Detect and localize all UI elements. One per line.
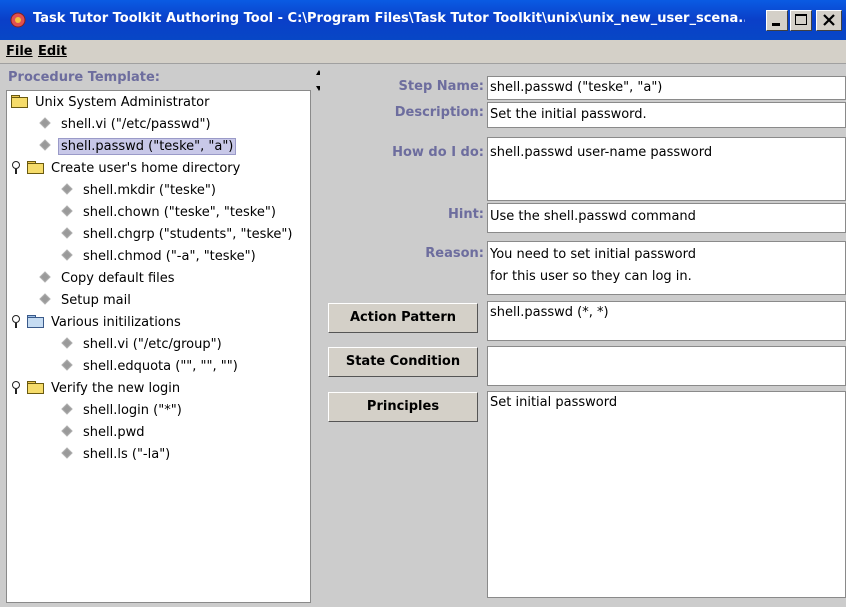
menu-bar: File Edit <box>0 40 846 64</box>
leaf-icon <box>61 425 73 437</box>
close-button[interactable] <box>816 10 842 31</box>
minimize-button[interactable] <box>766 10 788 31</box>
tree-node-label: shell.passwd ("teske", "a") <box>58 138 237 155</box>
folder-icon <box>11 95 28 108</box>
tree-node-label: Create user's home directory <box>51 161 241 176</box>
leaf-icon <box>61 205 73 217</box>
reason-label: Reason: <box>425 246 484 261</box>
leaf-icon <box>61 183 73 195</box>
description-label: Description: <box>394 105 484 120</box>
leaf-icon <box>39 139 51 151</box>
tree-node[interactable]: shell.ls ("-la") <box>61 445 173 465</box>
title-bar[interactable]: Task Tutor Toolkit Authoring Tool - C:\P… <box>0 0 846 40</box>
tree-node[interactable]: Unix System Administrator <box>11 93 212 113</box>
how-do-i-do-label: How do I do: <box>392 145 484 160</box>
state-condition-field[interactable] <box>487 346 846 386</box>
step-details-panel: Step Name: shell.passwd ("teske", "a") D… <box>320 66 846 605</box>
description-field[interactable]: Set the initial password. <box>487 102 846 128</box>
tree-node[interactable]: shell.login ("*") <box>61 401 185 421</box>
tree-node-label: Setup mail <box>61 293 131 308</box>
maximize-button[interactable] <box>790 10 812 31</box>
close-icon <box>823 14 835 26</box>
leaf-icon <box>39 271 51 283</box>
tree-node[interactable]: shell.vi ("/etc/group") <box>61 335 225 355</box>
step-name-label: Step Name: <box>398 79 484 94</box>
minimize-icon <box>772 23 780 26</box>
window-title: Task Tutor Toolkit Authoring Tool - C:\P… <box>33 11 745 26</box>
tree-node-label: Unix System Administrator <box>35 95 210 110</box>
app-icon[interactable] <box>9 11 27 29</box>
menu-edit[interactable]: Edit <box>38 44 67 59</box>
menu-file[interactable]: File <box>6 44 33 59</box>
folder-icon-blue <box>27 315 44 328</box>
tree-node-label: Copy default files <box>61 271 175 286</box>
tree-node-label: shell.vi ("/etc/group") <box>83 337 222 352</box>
step-name-field[interactable]: shell.passwd ("teske", "a") <box>487 76 846 100</box>
tree-node-label: shell.login ("*") <box>83 403 182 418</box>
hint-label: Hint: <box>447 207 484 222</box>
tree-node[interactable]: shell.mkdir ("teske") <box>61 181 219 201</box>
tree-node[interactable]: shell.chmod ("-a", "teske") <box>61 247 259 267</box>
tree-node[interactable]: shell.pwd <box>61 423 148 443</box>
leaf-icon <box>61 337 73 349</box>
tree-node-selected[interactable]: shell.passwd ("teske", "a") <box>39 137 237 157</box>
tree-node-label: shell.edquota ("", "", "") <box>83 359 238 374</box>
procedure-header: Procedure Template: <box>8 70 160 85</box>
tree-node[interactable]: shell.vi ("/etc/passwd") <box>39 115 214 135</box>
tree-node-label: shell.chown ("teske", "teske") <box>83 205 276 220</box>
key-icon[interactable] <box>11 315 21 328</box>
key-icon[interactable] <box>11 161 21 174</box>
leaf-icon <box>61 227 73 239</box>
tree-node-label: Verify the new login <box>51 381 181 396</box>
tree-node-label: shell.vi ("/etc/passwd") <box>61 117 211 132</box>
tree-node[interactable]: Copy default files <box>39 269 178 289</box>
tree-node-label: shell.pwd <box>83 425 145 440</box>
tree-node[interactable]: Various initilizations <box>11 313 184 333</box>
tree-node[interactable]: shell.chown ("teske", "teske") <box>61 203 279 223</box>
action-pattern-button[interactable]: Action Pattern <box>328 303 478 333</box>
key-icon[interactable] <box>11 381 21 394</box>
tree-node[interactable]: shell.edquota ("", "", "") <box>61 357 241 377</box>
folder-icon <box>27 161 44 174</box>
tree-node-label: shell.ls ("-la") <box>83 447 171 462</box>
tree-node[interactable]: Setup mail <box>39 291 134 311</box>
state-condition-button[interactable]: State Condition <box>328 347 478 377</box>
folder-icon <box>27 381 44 394</box>
leaf-icon <box>61 403 73 415</box>
hint-field[interactable]: Use the shell.passwd command <box>487 203 846 233</box>
tree-node-label: Various initilizations <box>51 315 181 330</box>
maximize-icon <box>795 14 807 25</box>
principles-button[interactable]: Principles <box>328 392 478 422</box>
reason-field[interactable]: You need to set initial password for thi… <box>487 241 846 295</box>
action-pattern-field[interactable]: shell.passwd (*, *) <box>487 301 846 341</box>
leaf-icon <box>61 359 73 371</box>
tree-node[interactable]: Create user's home directory <box>11 159 243 179</box>
tree-node-label: shell.chgrp ("students", "teske") <box>83 227 293 242</box>
principles-field[interactable]: Set initial password <box>487 391 846 598</box>
tree-node-label: shell.mkdir ("teske") <box>83 183 216 198</box>
procedure-tree[interactable]: Unix System Administrator shell.vi ("/et… <box>6 90 311 603</box>
leaf-icon <box>61 249 73 261</box>
tree-node-label: shell.chmod ("-a", "teske") <box>83 249 256 264</box>
procedure-panel: Procedure Template: Unix System Administ… <box>6 66 313 605</box>
leaf-icon <box>39 117 51 129</box>
leaf-icon <box>61 447 73 459</box>
how-do-i-do-field[interactable]: shell.passwd user-name password <box>487 137 846 201</box>
tree-node[interactable]: Verify the new login <box>11 379 183 399</box>
leaf-icon <box>39 293 51 305</box>
tree-node[interactable]: shell.chgrp ("students", "teske") <box>61 225 295 245</box>
